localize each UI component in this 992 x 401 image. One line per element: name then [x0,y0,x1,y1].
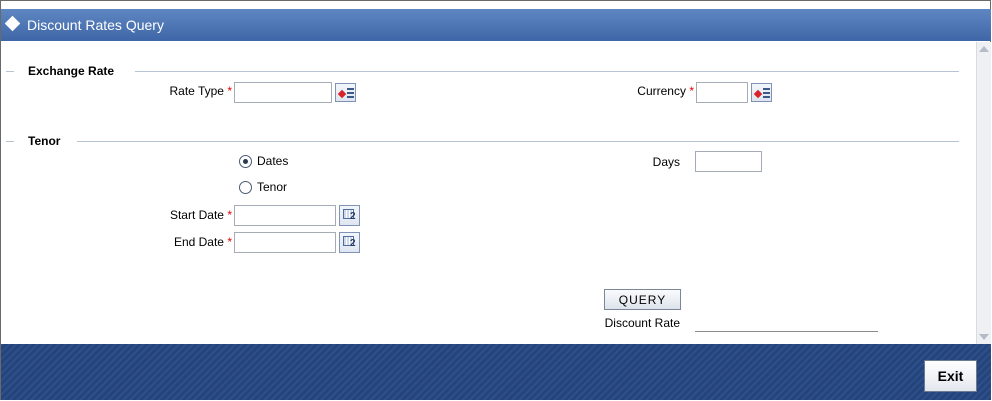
start-date-label-text: Start Date [169,208,224,222]
discount-rate-value [695,331,878,332]
lov-list-icon [763,88,770,98]
end-date-calendar-button[interactable]: 2 [339,232,360,253]
scroll-down-arrow-icon[interactable] [979,334,989,340]
required-marker: * [227,84,232,98]
required-marker: * [227,208,232,222]
start-date-calendar-button[interactable]: 2 [339,205,360,226]
form-body: Exchange Rate Rate Type * Currency * Ten… [2,42,975,344]
currency-input[interactable] [696,82,748,103]
discount-rates-query-window: Discount Rates Query Exchange Rate Rate … [0,0,991,400]
calendar-icon-number: 2 [350,211,356,222]
rate-type-label-text: Rate Type [169,84,224,98]
days-label: Days [652,155,680,169]
section-divider [135,71,959,72]
scroll-up-arrow-icon[interactable] [979,46,989,52]
footer-bar: Exit [1,344,991,400]
required-marker: * [227,235,232,249]
section-divider [77,141,959,142]
lov-arrow-icon [753,89,763,99]
calendar-icon-number: 2 [350,238,356,249]
lov-list-icon [347,88,354,98]
radio-tenor[interactable] [239,181,252,194]
rate-type-input[interactable] [234,82,332,103]
section-title-exchange-rate: Exchange Rate [25,64,118,78]
section-divider [6,71,14,72]
currency-label: Currency * [582,84,694,98]
radio-dates[interactable] [239,155,252,168]
end-date-label: End Date * [122,235,232,249]
radio-dates-label: Dates [257,154,289,168]
vertical-scrollbar[interactable] [976,42,991,344]
radio-tenor-label: Tenor [257,180,288,194]
end-date-input[interactable] [234,232,336,253]
required-marker: * [689,84,694,98]
window-diamond-icon [4,15,21,32]
query-button[interactable]: QUERY [604,289,681,310]
title-bar: Discount Rates Query [1,9,991,41]
rate-type-label: Rate Type * [122,84,233,98]
start-date-input[interactable] [234,205,336,226]
window-title: Discount Rates Query [27,17,164,33]
discount-rate-label: Discount Rate [604,316,680,330]
currency-lov-button[interactable] [751,83,772,102]
days-input[interactable] [695,151,762,172]
section-divider [6,141,14,142]
start-date-label: Start Date * [122,208,232,222]
lov-arrow-icon [337,89,347,99]
currency-label-text: Currency [637,84,686,98]
rate-type-lov-button[interactable] [335,83,356,102]
section-title-tenor: Tenor [25,134,64,148]
end-date-label-text: End Date [173,235,224,249]
exit-button[interactable]: Exit [924,360,977,392]
